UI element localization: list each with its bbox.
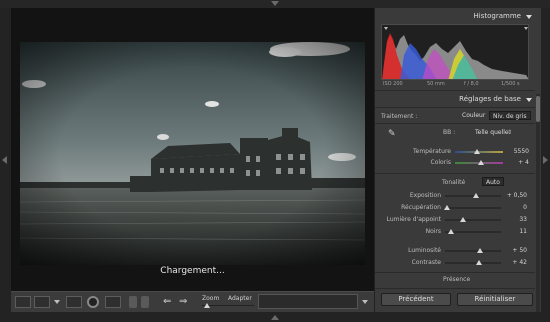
photo-image xyxy=(20,42,365,265)
recovery-slider[interactable] xyxy=(445,207,501,209)
basic-settings-title: Réglages de base xyxy=(459,95,521,103)
contrast-slider[interactable] xyxy=(445,262,501,264)
treatment-bw-option[interactable]: Niv. de gris xyxy=(489,111,531,120)
shutter-speed-label: 1/500 s xyxy=(501,81,520,87)
chevron-updown-icon[interactable]: ⇕ xyxy=(507,129,512,136)
flag-icon[interactable] xyxy=(129,296,137,308)
brightness-slider[interactable] xyxy=(445,250,501,252)
tint-label: Coloris xyxy=(430,159,451,166)
reset-button[interactable]: Réinitialiser xyxy=(457,293,533,306)
brightness-label: Luminosité xyxy=(408,247,441,254)
photo-preview[interactable] xyxy=(20,42,365,265)
exposure-value[interactable]: + 0,50 xyxy=(503,192,527,199)
grid-icon[interactable] xyxy=(105,296,121,308)
wb-label: BB : xyxy=(443,129,456,136)
histogram-title: Histogramme xyxy=(473,12,521,20)
right-panel-toggle-icon[interactable] xyxy=(543,156,548,164)
fill-light-slider-thumb[interactable] xyxy=(460,217,467,222)
tint-value[interactable]: + 4 xyxy=(505,159,529,166)
develop-panel: Histogramme ISO 200 50 mm f / 8,0 1/500 … xyxy=(374,8,541,312)
panel-scrollbar-thumb[interactable] xyxy=(536,96,540,122)
zoom-adapt-option[interactable]: Adapter xyxy=(228,295,252,302)
spot-removal-icon[interactable] xyxy=(87,296,99,308)
left-panel-toggle-icon[interactable] xyxy=(2,156,7,164)
presence-label: Présence xyxy=(443,276,471,283)
brightness-slider-thumb[interactable] xyxy=(476,248,483,253)
recovery-value[interactable]: 0 xyxy=(503,204,527,211)
fill-light-slider[interactable] xyxy=(445,219,501,221)
zoom-slider-thumb[interactable] xyxy=(204,303,210,308)
collapse-icon[interactable] xyxy=(526,15,532,19)
exposure-slider-thumb[interactable] xyxy=(473,193,480,198)
top-panel-toggle-icon[interactable] xyxy=(271,1,279,6)
contrast-value[interactable]: + 42 xyxy=(503,259,527,266)
histogram-plot xyxy=(382,27,528,79)
fill-light-value[interactable]: 33 xyxy=(503,216,527,223)
prev-arrow-icon[interactable]: ⇐ xyxy=(163,296,171,307)
bottom-toolbar: ⇐ ⇒ Zoom Adapter xyxy=(11,291,374,312)
blacks-slider-thumb[interactable] xyxy=(448,229,455,234)
loupe-view-icon[interactable] xyxy=(15,296,31,308)
toolbar-info-field xyxy=(258,294,358,309)
temperature-value[interactable]: 5550 xyxy=(505,148,529,155)
zoom-label: Zoom xyxy=(202,295,220,302)
focal-length-label: 50 mm xyxy=(427,81,445,87)
blacks-label: Noirs xyxy=(425,228,441,235)
blacks-value[interactable]: 11 xyxy=(503,228,527,235)
brightness-value[interactable]: + 50 xyxy=(503,247,527,254)
unflag-icon[interactable] xyxy=(141,296,149,308)
auto-tone-button[interactable]: Auto xyxy=(482,177,504,186)
recovery-slider-thumb[interactable] xyxy=(444,205,451,210)
recovery-label: Récupération xyxy=(401,204,441,211)
image-canvas[interactable]: Chargement... xyxy=(11,8,374,291)
histogram-header[interactable]: Histogramme xyxy=(375,12,535,22)
exposure-label: Exposition xyxy=(409,192,441,199)
loading-label: Chargement... xyxy=(160,266,225,276)
basic-settings-header[interactable]: Réglages de base xyxy=(375,95,535,105)
crop-icon[interactable] xyxy=(66,296,82,308)
tone-label: Tonalité xyxy=(442,179,466,186)
bottom-panel-toggle-icon[interactable] xyxy=(271,315,279,320)
temperature-label: Température xyxy=(412,148,451,155)
compare-view-icon[interactable] xyxy=(34,296,50,308)
panel-scrollbar[interactable] xyxy=(536,94,540,312)
contrast-label: Contraste xyxy=(411,259,441,266)
previous-button[interactable]: Précédent xyxy=(381,293,451,306)
view-mode-dropdown-icon[interactable] xyxy=(54,300,60,304)
contrast-slider-thumb[interactable] xyxy=(475,260,482,265)
iso-label: ISO 200 xyxy=(383,81,403,87)
collapse-icon[interactable] xyxy=(526,98,532,102)
toolbar-options-dropdown-icon[interactable] xyxy=(362,300,368,304)
wb-preset-dropdown[interactable]: Telle quelle xyxy=(475,129,509,136)
treatment-label: Traitement : xyxy=(381,113,418,120)
white-balance-picker-icon[interactable]: ✎ xyxy=(388,129,396,139)
histogram-graph xyxy=(381,24,529,80)
next-arrow-icon[interactable]: ⇒ xyxy=(179,296,187,307)
temperature-slider-thumb[interactable] xyxy=(474,149,481,154)
aperture-label: f / 8,0 xyxy=(464,81,479,87)
histogram-metadata: ISO 200 50 mm f / 8,0 1/500 s xyxy=(381,80,529,88)
tint-slider-thumb[interactable] xyxy=(478,160,485,165)
fill-light-label: Lumière d'appoint xyxy=(386,216,441,223)
treatment-color-option[interactable]: Couleur xyxy=(459,111,488,120)
